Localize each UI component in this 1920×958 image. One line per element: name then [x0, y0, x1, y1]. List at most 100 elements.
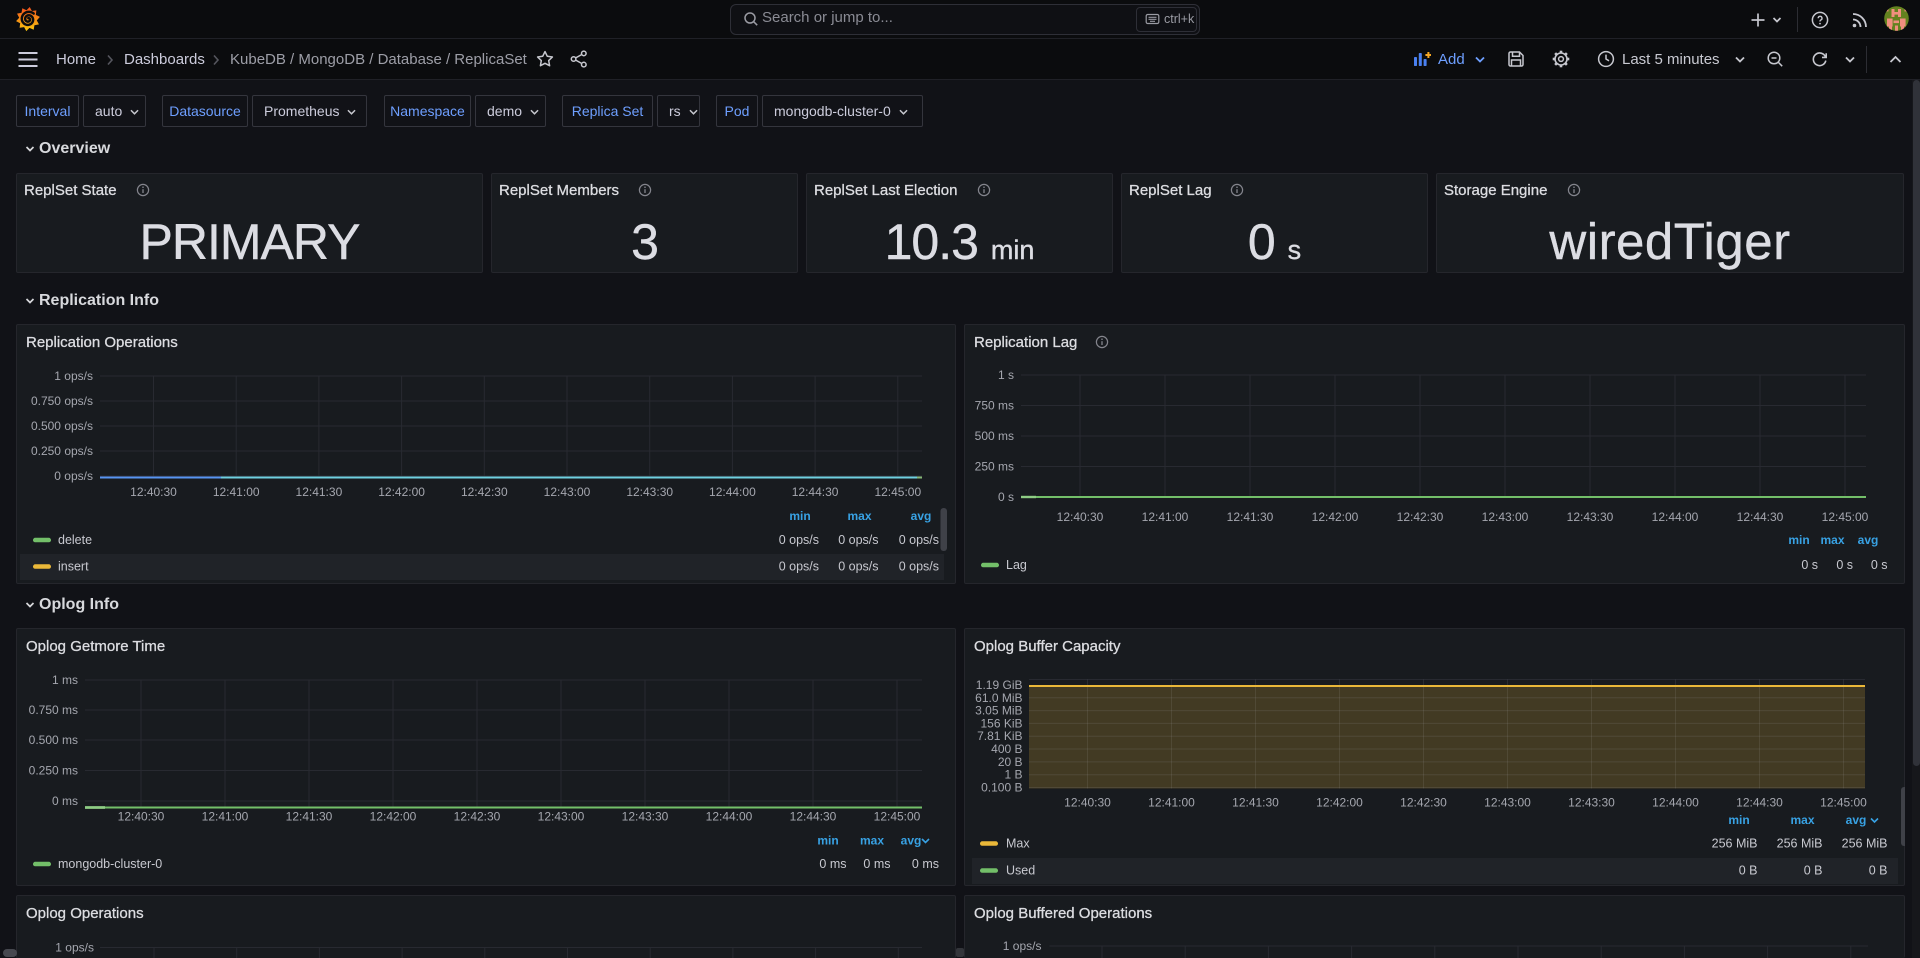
svg-text:12:44:30: 12:44:30 [1736, 796, 1783, 810]
svg-text:0 s: 0 s [998, 490, 1014, 504]
svg-text:max: max [1790, 813, 1814, 827]
svg-text:delete: delete [58, 533, 92, 547]
svg-text:12:42:30: 12:42:30 [1397, 510, 1444, 524]
svg-text:insert: insert [58, 560, 89, 574]
svg-text:1 ops/s: 1 ops/s [54, 369, 93, 383]
svg-text:400 B: 400 B [991, 742, 1022, 756]
svg-text:Max: Max [1006, 837, 1030, 851]
svg-text:max: max [847, 509, 871, 523]
svg-text:0 B: 0 B [1869, 864, 1888, 878]
svg-text:12:41:00: 12:41:00 [1148, 796, 1195, 810]
svg-text:0 ops/s: 0 ops/s [54, 469, 93, 483]
svg-text:Replication Lag: Replication Lag [974, 334, 1077, 351]
svg-text:0 ms: 0 ms [819, 857, 846, 871]
svg-text:12:40:30: 12:40:30 [118, 810, 165, 824]
svg-text:12:40:30: 12:40:30 [1057, 510, 1104, 524]
svg-text:12:44:30: 12:44:30 [792, 485, 839, 499]
svg-text:min: min [789, 509, 810, 523]
svg-text:0 ms: 0 ms [52, 794, 78, 808]
svg-text:12:43:30: 12:43:30 [626, 485, 673, 499]
svg-text:12:43:30: 12:43:30 [1567, 510, 1614, 524]
svg-text:0 ops/s: 0 ops/s [899, 533, 939, 547]
svg-text:0 ops/s: 0 ops/s [899, 560, 939, 574]
svg-text:256 MiB: 256 MiB [1777, 837, 1823, 851]
svg-text:12:43:00: 12:43:00 [1484, 796, 1531, 810]
svg-text:avg: avg [911, 509, 932, 523]
svg-text:Replication Operations: Replication Operations [26, 334, 178, 351]
svg-text:12:40:30: 12:40:30 [1064, 796, 1111, 810]
svg-text:1 ms: 1 ms [52, 673, 78, 687]
svg-text:0.250 ms: 0.250 ms [29, 764, 78, 778]
svg-text:0.500 ms: 0.500 ms [29, 733, 78, 747]
svg-text:12:41:30: 12:41:30 [1232, 796, 1279, 810]
svg-text:500 ms: 500 ms [975, 429, 1014, 443]
svg-text:1 ops/s: 1 ops/s [1003, 939, 1042, 953]
svg-text:256 MiB: 256 MiB [1842, 837, 1888, 851]
svg-text:Oplog Buffer Capacity: Oplog Buffer Capacity [974, 638, 1121, 655]
svg-text:12:45:00: 12:45:00 [1822, 510, 1869, 524]
svg-text:min: min [1728, 813, 1749, 827]
svg-text:12:44:00: 12:44:00 [709, 485, 756, 499]
svg-text:Oplog Operations: Oplog Operations [26, 905, 144, 922]
svg-text:12:41:00: 12:41:00 [1142, 510, 1189, 524]
svg-text:12:43:00: 12:43:00 [544, 485, 591, 499]
svg-text:Oplog Getmore Time: Oplog Getmore Time [26, 638, 165, 655]
svg-text:12:41:00: 12:41:00 [213, 485, 260, 499]
svg-text:750 ms: 750 ms [975, 399, 1014, 413]
svg-text:min: min [817, 834, 838, 848]
svg-text:0 B: 0 B [1739, 864, 1758, 878]
svg-text:256 MiB: 256 MiB [1712, 837, 1758, 851]
svg-text:0 B: 0 B [1804, 864, 1823, 878]
svg-text:0 ops/s: 0 ops/s [779, 560, 819, 574]
svg-text:12:44:00: 12:44:00 [1652, 796, 1699, 810]
svg-text:12:40:30: 12:40:30 [130, 485, 177, 499]
svg-text:min: min [1788, 533, 1809, 547]
svg-text:0 s: 0 s [1871, 558, 1888, 572]
svg-text:12:42:00: 12:42:00 [1312, 510, 1359, 524]
svg-text:1 ops/s: 1 ops/s [55, 941, 94, 955]
svg-text:12:42:30: 12:42:30 [454, 810, 501, 824]
svg-text:12:45:00: 12:45:00 [1820, 796, 1867, 810]
svg-text:avg: avg [901, 834, 922, 848]
svg-text:0 s: 0 s [1836, 558, 1853, 572]
svg-text:12:41:30: 12:41:30 [296, 485, 343, 499]
svg-text:0 ms: 0 ms [912, 857, 939, 871]
svg-text:12:42:30: 12:42:30 [1400, 796, 1447, 810]
svg-text:0.250 ops/s: 0.250 ops/s [31, 444, 93, 458]
svg-text:12:45:00: 12:45:00 [874, 485, 921, 499]
svg-text:12:41:00: 12:41:00 [202, 810, 249, 824]
svg-text:0.100 B: 0.100 B [981, 781, 1022, 795]
svg-text:12:44:30: 12:44:30 [790, 810, 837, 824]
svg-text:250 ms: 250 ms [975, 460, 1014, 474]
svg-text:0 ms: 0 ms [863, 857, 890, 871]
svg-text:12:42:00: 12:42:00 [378, 485, 425, 499]
svg-text:0.750 ops/s: 0.750 ops/s [31, 394, 93, 408]
svg-text:12:43:00: 12:43:00 [1482, 510, 1529, 524]
svg-text:12:44:00: 12:44:00 [1652, 510, 1699, 524]
svg-text:0.500 ops/s: 0.500 ops/s [31, 419, 93, 433]
svg-text:12:44:30: 12:44:30 [1737, 510, 1784, 524]
svg-text:1 s: 1 s [998, 368, 1014, 382]
svg-text:max: max [1820, 533, 1844, 547]
svg-text:avg: avg [1846, 813, 1867, 827]
svg-text:12:43:30: 12:43:30 [622, 810, 669, 824]
svg-text:avg: avg [1858, 533, 1879, 547]
svg-text:0 ops/s: 0 ops/s [838, 533, 878, 547]
svg-text:12:41:30: 12:41:30 [286, 810, 333, 824]
svg-text:0 ops/s: 0 ops/s [779, 533, 819, 547]
svg-text:max: max [860, 834, 884, 848]
svg-text:12:42:00: 12:42:00 [370, 810, 417, 824]
svg-text:12:43:00: 12:43:00 [538, 810, 585, 824]
svg-text:Used: Used [1006, 864, 1035, 878]
svg-text:Lag: Lag [1006, 558, 1027, 572]
svg-text:0 ops/s: 0 ops/s [838, 560, 878, 574]
svg-text:12:42:00: 12:42:00 [1316, 796, 1363, 810]
svg-text:mongodb-cluster-0: mongodb-cluster-0 [58, 857, 162, 871]
svg-text:0.750 ms: 0.750 ms [29, 703, 78, 717]
svg-text:12:42:30: 12:42:30 [461, 485, 508, 499]
svg-text:12:43:30: 12:43:30 [1568, 796, 1615, 810]
svg-text:Oplog Buffered Operations: Oplog Buffered Operations [974, 905, 1152, 922]
svg-text:12:41:30: 12:41:30 [1227, 510, 1274, 524]
svg-text:0 s: 0 s [1801, 558, 1818, 572]
svg-text:12:45:00: 12:45:00 [874, 810, 921, 824]
